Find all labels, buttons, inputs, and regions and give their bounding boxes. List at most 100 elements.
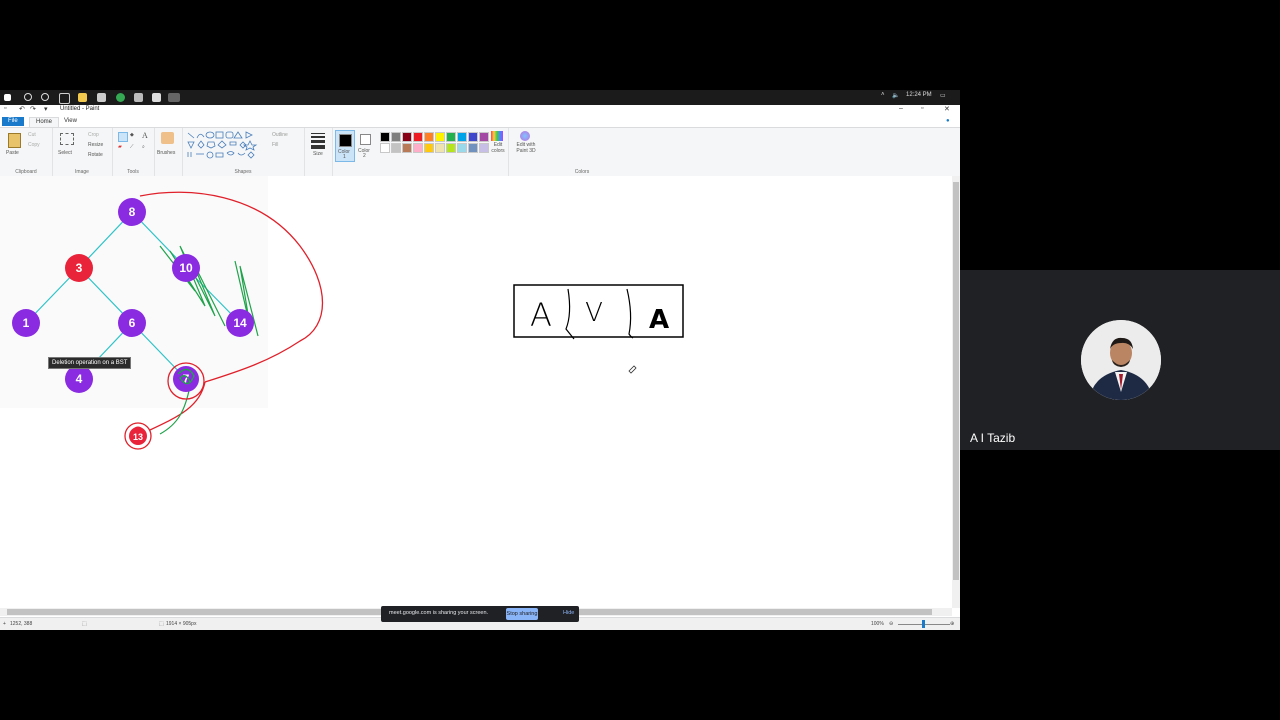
- store-icon[interactable]: [97, 93, 106, 102]
- notification-icon[interactable]: ▭: [940, 92, 946, 99]
- color-swatch[interactable]: [446, 132, 456, 142]
- color-swatch[interactable]: [424, 132, 434, 142]
- tab-file[interactable]: File: [2, 117, 24, 126]
- color-swatch[interactable]: [468, 143, 478, 153]
- color-swatch[interactable]: [391, 143, 401, 153]
- cut-button[interactable]: Cut: [28, 132, 36, 138]
- ava-letter: V: [585, 298, 603, 328]
- paste-icon[interactable]: [8, 133, 21, 148]
- brush-icon[interactable]: [161, 132, 174, 144]
- pencil-icon[interactable]: [118, 132, 128, 142]
- edit-with-paint3d-button[interactable]: Edit with Paint 3D: [512, 142, 540, 154]
- redo-icon[interactable]: ↷: [30, 105, 36, 113]
- paint3d-icon[interactable]: [520, 131, 530, 141]
- color-swatch[interactable]: [402, 132, 412, 142]
- shapes-label: Shapes: [234, 169, 252, 175]
- crop-button[interactable]: Crop: [88, 132, 99, 138]
- minimize-button[interactable]: –: [899, 105, 903, 112]
- color2-button[interactable]: Color 2: [356, 130, 374, 160]
- help-icon[interactable]: ●: [946, 117, 950, 126]
- size-lines-icon[interactable]: [311, 133, 325, 149]
- outline-button[interactable]: Outline: [272, 132, 288, 138]
- color-swatch[interactable]: [479, 132, 489, 142]
- color-swatch[interactable]: [413, 143, 423, 153]
- canvas-drawing[interactable]: 8 3 10 1 6 14 4 7 13 A V A: [0, 176, 952, 608]
- select-icon[interactable]: [60, 133, 74, 145]
- color-swatch[interactable]: [457, 132, 467, 142]
- save-icon[interactable]: ▫: [4, 105, 6, 112]
- vertical-scrollbar[interactable]: [952, 176, 960, 608]
- eraser-icon[interactable]: ▰: [118, 144, 122, 150]
- shapes-gallery[interactable]: [186, 131, 266, 159]
- color-swatch[interactable]: [468, 132, 478, 142]
- drawing-canvas[interactable]: 8 3 10 1 6 14 4 7 13 A V A Deletion oper…: [0, 176, 952, 608]
- maximize-button[interactable]: ▫: [921, 105, 923, 112]
- cortana-icon[interactable]: [41, 93, 49, 101]
- search-icon[interactable]: [24, 93, 32, 101]
- shapes-group: Outline Fill Shapes: [182, 128, 305, 176]
- color-swatch[interactable]: [435, 143, 445, 153]
- color-swatch[interactable]: [402, 143, 412, 153]
- share-message: meet.google.com is sharing your screen.: [389, 610, 489, 616]
- vertical-scroll-thumb[interactable]: [953, 182, 959, 580]
- paste-button[interactable]: Paste: [6, 150, 19, 156]
- windows-taskbar: ˄ 🔈 12:24 PM ▭: [0, 90, 960, 105]
- windows-icon[interactable]: [4, 94, 11, 101]
- participant-photo: [1081, 320, 1161, 400]
- quick-access-chevron-icon[interactable]: ▾: [44, 105, 48, 113]
- participant-tile[interactable]: A I Tazib: [960, 270, 1280, 450]
- tab-home[interactable]: Home: [29, 117, 60, 127]
- resize-button[interactable]: Resize: [88, 142, 103, 148]
- zoom-slider-thumb[interactable]: [922, 620, 925, 628]
- color-swatch[interactable]: [424, 143, 434, 153]
- clock[interactable]: 12:24 PM: [906, 92, 932, 98]
- color-swatch[interactable]: [457, 143, 467, 153]
- undo-icon[interactable]: ↶: [19, 105, 25, 113]
- selection-icon: ⬚: [82, 621, 87, 627]
- fill-icon[interactable]: ◆: [130, 132, 134, 138]
- color1-button[interactable]: Color 1: [335, 130, 355, 162]
- color-swatch[interactable]: [413, 132, 423, 142]
- image-group: Select Crop Resize Rotate Image: [52, 128, 113, 176]
- tray-chevron-icon[interactable]: ˄: [881, 92, 885, 98]
- volume-icon[interactable]: 🔈: [892, 92, 899, 99]
- bst-node-label: 8: [129, 205, 136, 219]
- close-button[interactable]: ✕: [944, 105, 950, 113]
- paint-titlebar: ▫ ↶ ↷ ▾ Untitled - Paint – ▫ ✕: [0, 105, 960, 115]
- color-swatch[interactable]: [435, 132, 445, 142]
- rotate-button[interactable]: Rotate: [88, 152, 103, 158]
- fill-button[interactable]: Fill: [272, 142, 278, 148]
- hide-button[interactable]: Hide: [563, 610, 574, 616]
- paint-icon[interactable]: [168, 93, 180, 102]
- color-swatch[interactable]: [446, 143, 456, 153]
- magnifier-icon[interactable]: ⌕: [142, 144, 145, 150]
- brushes-button[interactable]: Brushes: [157, 150, 175, 156]
- zoom-out-icon[interactable]: ⊖: [889, 621, 893, 627]
- tools-label: Tools: [127, 169, 139, 175]
- task-view-icon[interactable]: [59, 93, 70, 104]
- avatar: [1081, 320, 1161, 400]
- select-button[interactable]: Select: [58, 150, 72, 156]
- tab-view[interactable]: View: [58, 117, 83, 126]
- stop-sharing-button[interactable]: Stop sharing: [506, 608, 538, 620]
- color-picker-icon[interactable]: ⟋: [130, 144, 134, 150]
- clipboard-group: Paste Cut Copy Clipboard: [0, 128, 53, 176]
- edge-icon[interactable]: [134, 93, 143, 102]
- zoom-in-icon[interactable]: ⊕: [950, 621, 954, 627]
- size-button[interactable]: Size: [313, 151, 323, 157]
- copy-button[interactable]: Copy: [28, 142, 40, 148]
- bst-node-label: 4: [76, 372, 83, 386]
- text-icon[interactable]: A: [142, 131, 148, 140]
- color2-number: 2: [363, 153, 366, 159]
- color-swatch[interactable]: [391, 132, 401, 142]
- edit-colors-icon[interactable]: [491, 131, 503, 141]
- bst-node: 8: [118, 198, 146, 226]
- edit-colors-button[interactable]: Edit colors: [488, 142, 508, 154]
- color-swatch[interactable]: [380, 143, 390, 153]
- bst-node-label: 10: [179, 261, 193, 275]
- chrome-icon[interactable]: [116, 93, 125, 102]
- color-swatch[interactable]: [380, 132, 390, 142]
- snip-icon[interactable]: [152, 93, 161, 102]
- file-explorer-icon[interactable]: [78, 93, 87, 102]
- bst-node: 3: [65, 254, 93, 282]
